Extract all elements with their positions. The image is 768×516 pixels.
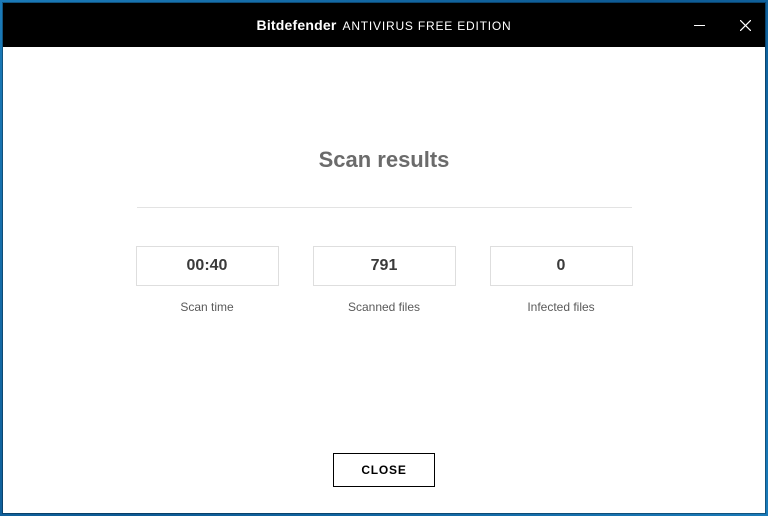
titlebar-controls	[687, 3, 757, 47]
stat-scan-time-value: 00:40	[136, 246, 279, 286]
edition-name: ANTIVIRUS FREE EDITION	[343, 19, 512, 33]
stat-scanned-files: 791 Scanned files	[313, 246, 456, 314]
titlebar: Bitdefender ANTIVIRUS FREE EDITION	[3, 3, 765, 47]
page-title: Scan results	[319, 147, 450, 173]
stat-scan-time-label: Scan time	[180, 300, 233, 314]
stat-infected-files-label: Infected files	[527, 300, 594, 314]
stat-scanned-files-label: Scanned files	[348, 300, 420, 314]
close-button[interactable]: CLOSE	[333, 453, 434, 487]
scan-results-window: Bitdefender ANTIVIRUS FREE EDITION Scan …	[3, 3, 765, 513]
minimize-button[interactable]	[687, 13, 711, 37]
stats-row: 00:40 Scan time 791 Scanned files 0 Infe…	[136, 246, 633, 314]
divider	[137, 207, 632, 208]
content-area: Scan results 00:40 Scan time 791 Scanned…	[3, 47, 765, 453]
close-window-button[interactable]	[733, 13, 757, 37]
close-icon	[740, 20, 751, 31]
stat-scan-time: 00:40 Scan time	[136, 246, 279, 314]
app-title: Bitdefender ANTIVIRUS FREE EDITION	[257, 17, 512, 33]
minimize-icon	[694, 20, 705, 31]
stat-infected-files-value: 0	[490, 246, 633, 286]
stat-scanned-files-value: 791	[313, 246, 456, 286]
footer: CLOSE	[3, 453, 765, 513]
stat-infected-files: 0 Infected files	[490, 246, 633, 314]
brand-name: Bitdefender	[257, 17, 337, 33]
